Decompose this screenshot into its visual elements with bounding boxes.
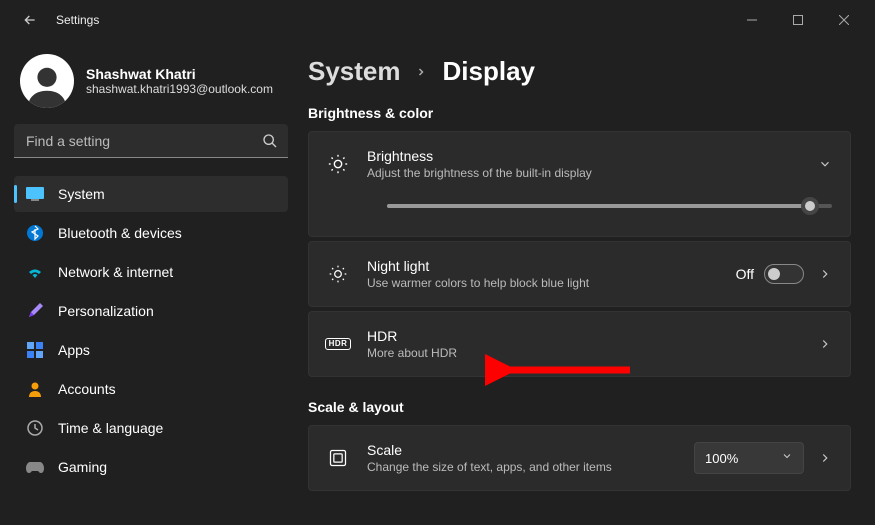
sidebar-item-bluetooth[interactable]: Bluetooth & devices: [14, 215, 288, 251]
back-button[interactable]: [20, 10, 40, 30]
breadcrumb-current: Display: [443, 56, 536, 87]
chevron-down-icon: [781, 449, 793, 467]
toggle-state-label: Off: [736, 266, 754, 282]
sun-icon: [327, 263, 349, 285]
scale-dropdown[interactable]: 100%: [694, 442, 804, 474]
card-brightness: Brightness Adjust the brightness of the …: [308, 131, 851, 237]
sidebar-item-apps[interactable]: Apps: [14, 332, 288, 368]
chevron-down-icon[interactable]: [818, 157, 832, 171]
search-input[interactable]: [14, 124, 288, 158]
sidebar-item-network[interactable]: Network & internet: [14, 254, 288, 290]
profile-email: shashwat.khatri1993@outlook.com: [86, 82, 273, 96]
slider-thumb[interactable]: [801, 197, 819, 215]
bluetooth-icon: [26, 224, 44, 242]
dropdown-value: 100%: [705, 451, 738, 466]
hdr-icon: HDR: [327, 333, 349, 355]
profile-block[interactable]: Shashwat Khatri shashwat.khatri1993@outl…: [14, 54, 288, 108]
breadcrumb: System Display: [308, 56, 851, 87]
brightness-slider[interactable]: [387, 196, 832, 216]
card-hdr[interactable]: HDR HDR More about HDR: [308, 311, 851, 377]
sidebar-item-label: Gaming: [58, 459, 107, 475]
app-title: Settings: [56, 13, 99, 27]
system-icon: [26, 185, 44, 203]
profile-name: Shashwat Khatri: [86, 66, 273, 82]
sidebar-item-label: System: [58, 186, 105, 202]
sidebar-item-time-language[interactable]: Time & language: [14, 410, 288, 446]
card-title: HDR: [367, 328, 800, 344]
card-subtitle: Use warmer colors to help block blue lig…: [367, 276, 718, 290]
card-night-light[interactable]: Night light Use warmer colors to help bl…: [308, 241, 851, 307]
chevron-right-icon[interactable]: [818, 451, 832, 465]
sidebar-item-accounts[interactable]: Accounts: [14, 371, 288, 407]
wifi-icon: [26, 263, 44, 281]
search-icon: [262, 133, 278, 149]
chevron-right-icon[interactable]: [818, 267, 832, 281]
section-heading-scale: Scale & layout: [308, 399, 851, 415]
sidebar-item-gaming[interactable]: Gaming: [14, 449, 288, 485]
card-subtitle: Change the size of text, apps, and other…: [367, 460, 676, 474]
card-title: Night light: [367, 258, 718, 274]
sidebar-item-personalization[interactable]: Personalization: [14, 293, 288, 329]
sidebar-item-label: Accounts: [58, 381, 116, 397]
card-scale[interactable]: Scale Change the size of text, apps, and…: [308, 425, 851, 491]
brush-icon: [26, 302, 44, 320]
avatar: [20, 54, 74, 108]
sidebar-item-label: Time & language: [58, 420, 163, 436]
card-title: Brightness: [367, 148, 800, 164]
accounts-icon: [26, 380, 44, 398]
sidebar-item-label: Network & internet: [58, 264, 173, 280]
window-minimize[interactable]: [729, 4, 775, 36]
card-subtitle: More about HDR: [367, 346, 800, 360]
scale-icon: [327, 447, 349, 469]
card-subtitle: Adjust the brightness of the built-in di…: [367, 166, 800, 180]
chevron-right-icon[interactable]: [818, 337, 832, 351]
night-light-toggle[interactable]: [764, 264, 804, 284]
sidebar-item-label: Apps: [58, 342, 90, 358]
gaming-icon: [26, 458, 44, 476]
clock-icon: [26, 419, 44, 437]
apps-icon: [26, 341, 44, 359]
card-title: Scale: [367, 442, 676, 458]
chevron-right-icon: [415, 65, 429, 79]
sun-icon: [327, 153, 349, 175]
breadcrumb-parent[interactable]: System: [308, 56, 401, 87]
section-heading-brightness: Brightness & color: [308, 105, 851, 121]
window-close[interactable]: [821, 4, 867, 36]
sidebar-item-system[interactable]: System: [14, 176, 288, 212]
sidebar-item-label: Personalization: [58, 303, 154, 319]
sidebar-item-label: Bluetooth & devices: [58, 225, 182, 241]
window-maximize[interactable]: [775, 4, 821, 36]
